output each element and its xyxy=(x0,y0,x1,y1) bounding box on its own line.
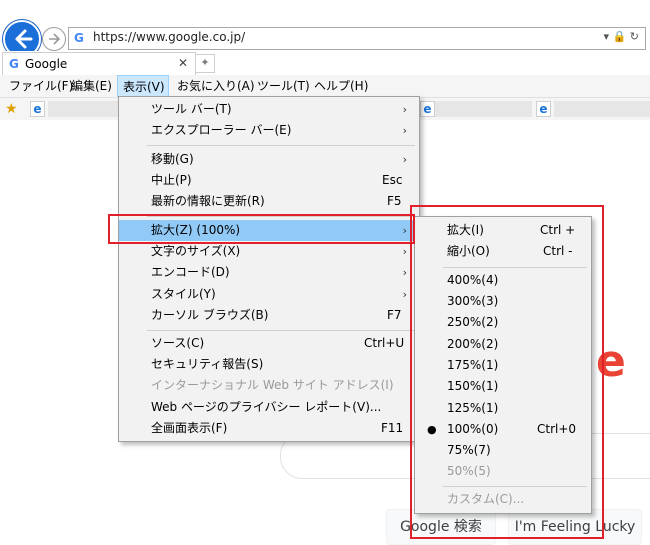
close-icon[interactable]: ✕ xyxy=(178,56,188,70)
url-text: https://www.google.co.jp/ xyxy=(93,30,246,44)
view-menu-item-caret-browsing[interactable]: カーソル ブラウズ(B) F7 xyxy=(119,305,419,326)
separator xyxy=(147,330,415,331)
favorite-slot[interactable] xyxy=(554,101,650,117)
view-menu-item-explorer-bar[interactable]: エクスプローラー バー(E) › xyxy=(119,120,419,141)
chevron-right-icon: › xyxy=(402,103,407,116)
new-tab-button[interactable]: ✦ xyxy=(195,54,215,73)
view-menu-item-stop[interactable]: 中止(P) Esc xyxy=(119,170,419,191)
favorites-star-icon[interactable]: ★ xyxy=(5,101,18,117)
view-menu-item-source[interactable]: ソース(C) Ctrl+U xyxy=(119,333,419,354)
view-menu-item-toolbar[interactable]: ツール バー(T) › xyxy=(119,99,419,120)
view-menu-item-international-address: インターナショナル Web サイト アドレス(I) xyxy=(151,378,394,392)
chevron-right-icon: › xyxy=(402,266,407,279)
chevron-right-icon: › xyxy=(402,153,407,166)
chevron-right-icon: › xyxy=(402,124,407,137)
view-menu-item-security-report[interactable]: セキュリティ報告(S) xyxy=(119,354,419,375)
url-field[interactable]: G https://www.google.co.jp/ ▾ 🔒 ↻ xyxy=(68,27,646,50)
favorite-slot[interactable] xyxy=(48,101,118,117)
forward-button[interactable] xyxy=(42,27,66,51)
menu-view[interactable]: 表示(V) xyxy=(117,75,169,97)
view-menu-item-privacy-report[interactable]: Web ページのプライバシー レポート(V)... xyxy=(119,397,419,418)
view-menu-item-fullscreen[interactable]: 全画面表示(F) F11 xyxy=(119,418,419,439)
view-menu-item-refresh[interactable]: 最新の情報に更新(R) F5 xyxy=(119,191,419,212)
ie-page-icon[interactable]: e xyxy=(30,101,45,117)
separator xyxy=(147,145,415,146)
dropdown-arrow-icon[interactable]: ▾ xyxy=(604,30,610,43)
refresh-icon[interactable]: ↻ xyxy=(630,30,639,43)
annotation-highlight-submenu xyxy=(410,205,604,539)
tab-google[interactable]: G Google ✕ xyxy=(2,52,196,76)
chevron-right-icon: › xyxy=(402,245,407,258)
arrow-right-icon xyxy=(49,33,61,45)
favorite-slot[interactable] xyxy=(420,101,532,117)
view-menu-item-go[interactable]: 移動(G) › xyxy=(119,149,419,170)
menu-help[interactable]: ヘルプ(H) xyxy=(309,75,373,97)
url-tools: ▾ 🔒 ↻ xyxy=(604,30,639,43)
menu-favorites[interactable]: お気に入り(A) xyxy=(172,75,260,97)
view-menu-item-text-size[interactable]: 文字のサイズ(X) › xyxy=(119,241,419,262)
lock-icon[interactable]: 🔒 xyxy=(613,30,627,43)
annotation-highlight-zoom xyxy=(108,214,415,244)
new-tab-icon: ✦ xyxy=(200,56,210,69)
view-menu-item-encoding[interactable]: エンコード(D) › xyxy=(119,262,419,283)
menu-edit[interactable]: 編集(E) xyxy=(66,75,117,97)
chevron-right-icon: › xyxy=(402,288,407,301)
ie-page-icon[interactable]: e xyxy=(536,101,551,117)
view-menu: ツール バー(T) › エクスプローラー バー(E) › 移動(G) › 中止(… xyxy=(118,96,420,442)
menu-bar: ファイル(F) 編集(E) 表示(V) お気に入り(A) ツール(T) ヘルプ(… xyxy=(0,75,650,98)
view-menu-item-style[interactable]: スタイル(Y) › xyxy=(119,284,419,305)
google-favicon-icon: G xyxy=(9,57,19,71)
tab-title: Google xyxy=(25,57,68,71)
menu-tools[interactable]: ツール(T) xyxy=(252,75,315,97)
ie-page-icon[interactable]: e xyxy=(420,101,435,117)
google-favicon-icon: G xyxy=(74,31,84,45)
